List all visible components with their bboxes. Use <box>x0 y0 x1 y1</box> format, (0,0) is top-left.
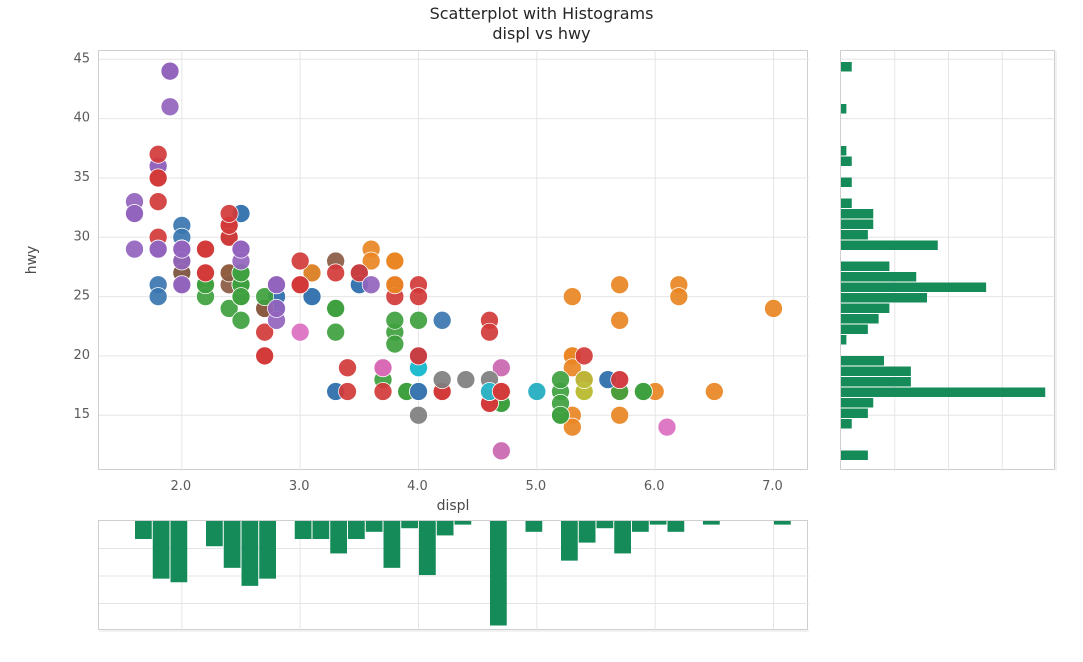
x-hist-bar <box>348 521 365 539</box>
x-hist-bar <box>206 521 223 546</box>
y-hist-bar <box>841 62 852 72</box>
y-hist-bar <box>841 314 879 324</box>
y-hist-bar <box>841 104 846 114</box>
y-hist-bar <box>841 146 846 156</box>
x-hist-bar <box>703 521 720 525</box>
x-hist-bar <box>579 521 596 543</box>
x-hist-bar <box>295 521 312 539</box>
y-hist-bar <box>841 241 938 251</box>
x-hist-bar <box>561 521 578 561</box>
y-hist-bar <box>841 178 852 188</box>
x-hist-bar <box>384 521 401 568</box>
y-axis-label: hwy <box>24 246 40 275</box>
x-hist-bar <box>668 521 685 532</box>
x-hist-bar <box>401 521 418 528</box>
figure: Scatterplot with Histograms displ vs hwy… <box>0 0 1083 662</box>
x-hist-bar <box>437 521 454 535</box>
y-hist-bar <box>841 293 927 303</box>
bottom-histogram-panel <box>98 520 808 630</box>
x-hist-bar <box>597 521 614 528</box>
y-hist-bar <box>841 335 846 345</box>
y-hist-bar <box>841 398 873 408</box>
x-hist-bar <box>419 521 436 575</box>
y-hist-bar <box>841 451 868 461</box>
y-hist-bar <box>841 377 911 387</box>
y-hist-bar <box>841 388 1045 398</box>
x-hist-bar <box>313 521 330 539</box>
x-hist-bar <box>171 521 188 582</box>
y-hist-bar <box>841 356 884 366</box>
y-hist-bar <box>841 262 889 272</box>
x-axis-label: displ <box>437 498 470 514</box>
x-hist-bar <box>366 521 383 532</box>
x-hist-bar <box>490 521 507 626</box>
y-hist-bar <box>841 325 868 335</box>
x-hist-bar <box>259 521 276 579</box>
y-hist-bar <box>841 283 986 293</box>
x-hist-bar <box>455 521 472 525</box>
right-histogram-panel <box>840 50 1055 470</box>
y-hist-bar <box>841 304 889 314</box>
y-hist-bar <box>841 209 873 219</box>
x-hist-bar <box>774 521 791 525</box>
y-hist-bar <box>841 230 868 240</box>
y-hist-bar <box>841 157 852 167</box>
y-hist-bar <box>841 367 911 377</box>
x-hist-bar <box>242 521 259 586</box>
y-hist-bar <box>841 419 852 429</box>
x-hist-bar <box>330 521 347 553</box>
x-hist-bar <box>632 521 649 532</box>
x-hist-bar <box>650 521 667 525</box>
y-hist-bar <box>841 199 852 209</box>
x-hist-bar <box>135 521 152 539</box>
y-hist-bar <box>841 409 868 419</box>
y-hist-bar <box>841 220 873 230</box>
y-hist-bar <box>841 272 916 282</box>
x-hist-bar <box>526 521 543 532</box>
x-hist-bar <box>614 521 631 553</box>
x-hist-bar <box>153 521 170 579</box>
x-hist-bar <box>224 521 241 568</box>
